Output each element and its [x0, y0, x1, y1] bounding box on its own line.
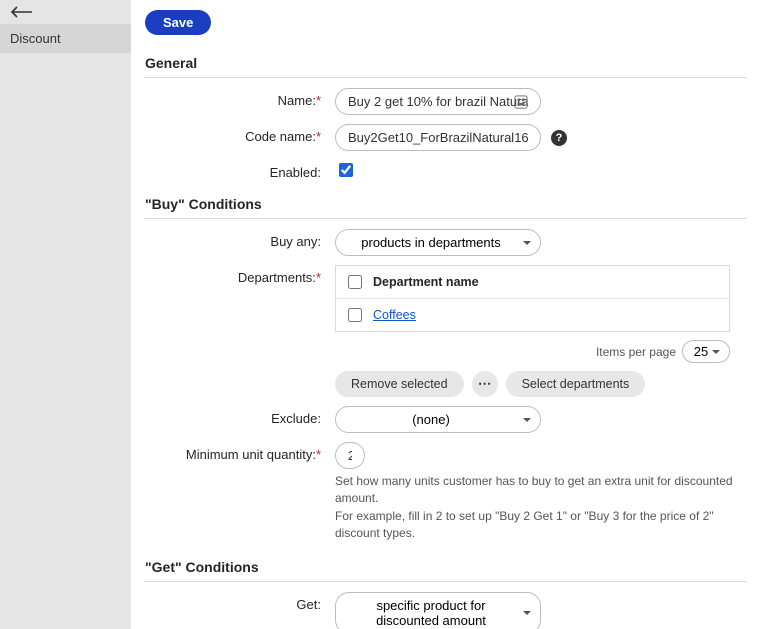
codename-input[interactable] [335, 124, 541, 151]
sidebar-tab-discount[interactable]: Discount [0, 24, 131, 53]
required-icon: * [316, 270, 321, 285]
help-icon[interactable]: ? [551, 130, 567, 146]
dept-column-header: Department name [373, 275, 479, 289]
exclude-select[interactable]: (none) [335, 406, 541, 433]
required-icon: * [316, 93, 321, 108]
required-icon: * [316, 447, 321, 462]
get-select[interactable]: specific product for discounted amount [335, 592, 541, 629]
section-get-title: "Get" Conditions [145, 559, 746, 582]
min-qty-label: Minimum unit quantity: [186, 447, 316, 462]
enabled-checkbox[interactable] [339, 163, 353, 177]
main-content: Save General Name:* Code name:* ? Enable… [131, 0, 768, 629]
codename-label: Code name: [245, 129, 316, 144]
save-button[interactable]: Save [145, 10, 211, 35]
enabled-label: Enabled: [270, 165, 321, 180]
sidebar: Discount [0, 0, 131, 629]
required-icon: * [316, 129, 321, 144]
departments-table: Department name Coffees [335, 265, 730, 332]
pager-label: Items per page [596, 345, 676, 359]
dept-row-checkbox[interactable] [348, 308, 362, 322]
arrow-left-icon [10, 6, 32, 18]
more-actions-button[interactable]: ⋯ [472, 371, 498, 397]
section-buy-title: "Buy" Conditions [145, 196, 746, 219]
select-departments-button[interactable]: Select departments [506, 371, 646, 397]
name-label: Name: [278, 93, 316, 108]
departments-label: Departments: [238, 270, 316, 285]
name-input[interactable] [335, 88, 541, 115]
buy-any-select[interactable]: products in departments [335, 229, 541, 256]
min-qty-help-text: Set how many units customer has to buy t… [335, 473, 735, 543]
back-button[interactable] [0, 0, 131, 24]
pager-size-select[interactable]: 25 [682, 340, 730, 363]
table-row: Coffees [336, 299, 729, 331]
select-all-checkbox[interactable] [348, 275, 362, 289]
remove-selected-button[interactable]: Remove selected [335, 371, 464, 397]
min-qty-input[interactable] [335, 442, 365, 469]
get-label: Get: [296, 597, 321, 612]
exclude-label: Exclude: [271, 411, 321, 426]
section-general-title: General [145, 55, 746, 78]
buy-any-label: Buy any: [270, 234, 321, 249]
dept-link-coffees[interactable]: Coffees [373, 308, 416, 322]
